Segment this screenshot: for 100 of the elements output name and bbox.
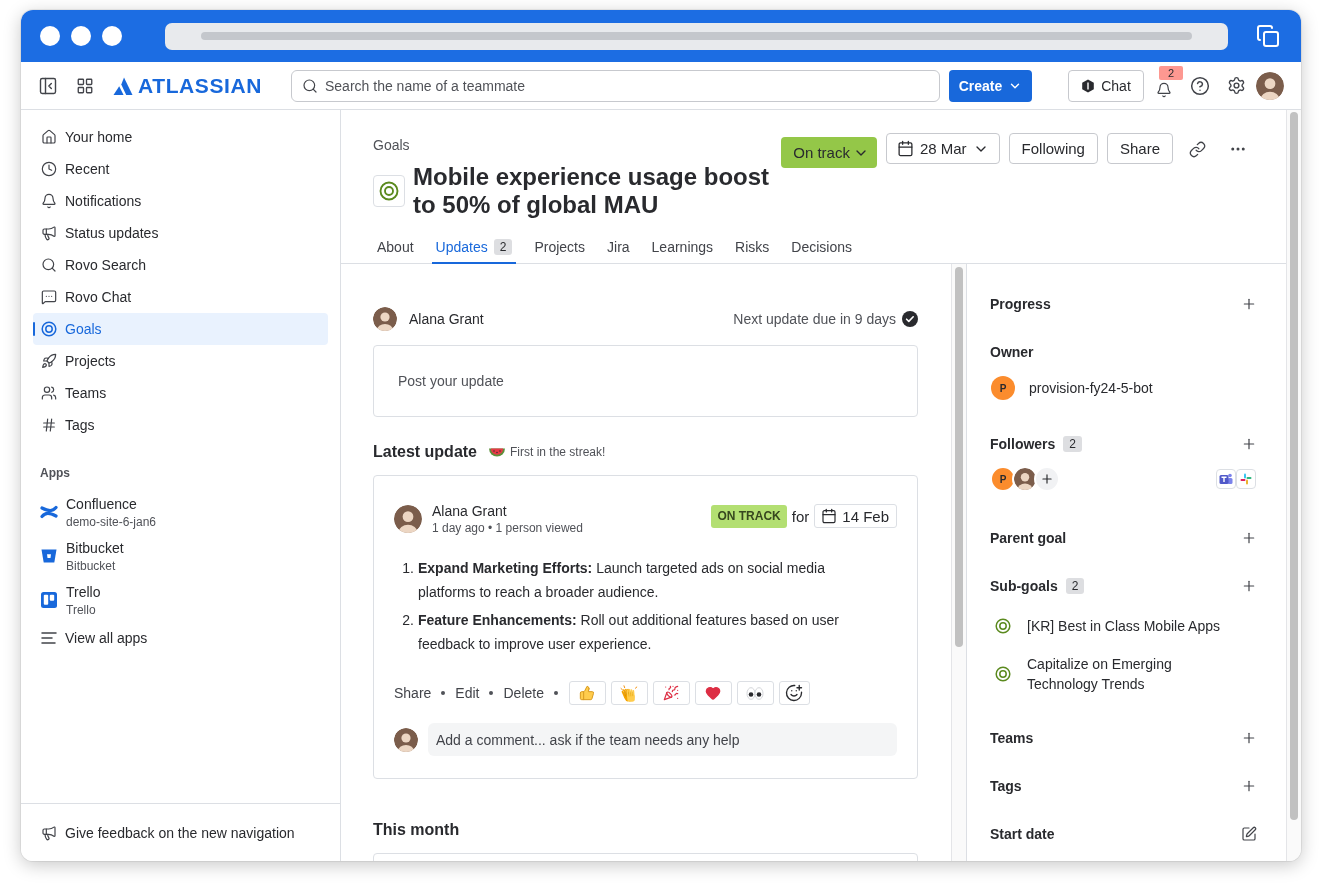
action-link[interactable]: Edit (455, 685, 480, 701)
goal-icon (995, 618, 1011, 634)
chat-button[interactable]: Chat (1068, 69, 1144, 102)
create-button[interactable]: Create (949, 69, 1032, 102)
action-link[interactable]: Share (394, 685, 432, 701)
bell-icon (41, 193, 57, 209)
person-avatar-icon (1256, 71, 1284, 100)
view-all-apps-link[interactable]: View all apps (33, 622, 328, 654)
owner-name: provision-fy24-5-bot (1029, 380, 1153, 396)
window-control-icon[interactable] (102, 26, 122, 46)
check-circle-icon (902, 311, 918, 327)
sidebar-item[interactable]: Status updates (33, 217, 328, 249)
search-field[interactable]: Search the name of a teammate (291, 69, 940, 102)
scrollbar-thumb[interactable] (955, 267, 963, 647)
section-heading: This month (373, 820, 460, 840)
subgoal-link[interactable]: Capitalize on Emerging Technology Trends (990, 652, 1257, 696)
link-icon[interactable] (1188, 140, 1206, 158)
window-control-icon[interactable] (71, 26, 91, 46)
update-meta: 1 day ago • 1 person viewed (432, 520, 583, 536)
search-icon (41, 257, 57, 273)
sidebar-item[interactable]: Recent (33, 153, 328, 185)
people-icon (41, 385, 57, 401)
scrollbar-track[interactable] (951, 264, 966, 861)
watermelon-icon (489, 447, 505, 457)
scrollbar-thumb[interactable] (1290, 112, 1298, 820)
sidebar-item[interactable]: Goals (33, 313, 328, 345)
comment-field[interactable]: Add a comment... ask if the team needs any help (428, 723, 897, 756)
list-item-text: Feature Enhancements: Roll out additional features based on user feedback to improve user experience. (418, 611, 840, 654)
sidebar-item[interactable]: Your home (33, 121, 328, 153)
section-title: Tags (990, 778, 1022, 794)
tab[interactable]: About (373, 232, 418, 264)
section-title: Parent goal (990, 530, 1067, 546)
sidebar-item[interactable]: Rovo Chat (33, 281, 328, 313)
copy-icon[interactable] (1256, 24, 1280, 48)
action-link[interactable]: Delete (503, 685, 544, 701)
help-icon[interactable] (1190, 75, 1210, 96)
sidebar-item[interactable]: Projects (33, 345, 328, 377)
search-icon (302, 77, 318, 94)
subgoal-link[interactable]: [KR] Best in Class Mobile Apps (990, 614, 1257, 638)
notifications-icon[interactable] (1156, 81, 1172, 98)
tab[interactable]: Decisions (787, 232, 856, 264)
status-lozenge: ON TRACK (711, 504, 787, 528)
following-button[interactable]: Following (1008, 133, 1098, 164)
author-name: Alana Grant (409, 311, 484, 327)
separator-dot-icon (553, 691, 558, 695)
sidebar-item[interactable]: Tags (33, 409, 328, 441)
section-heading: Apps (40, 465, 70, 482)
section-heading: Latest update (373, 442, 477, 462)
sidebar-toggle-icon[interactable] (38, 75, 58, 96)
breadcrumb-link[interactable]: Goals (373, 133, 410, 155)
initial-avatar: P (990, 466, 1016, 492)
settings-icon[interactable] (1226, 76, 1246, 95)
chat-bubble-icon (41, 289, 57, 305)
scrollbar-track[interactable] (1286, 110, 1301, 861)
notification-badge: 2 (1159, 65, 1183, 80)
plus-icon[interactable] (1241, 578, 1257, 594)
party-popper-icon (663, 685, 680, 701)
edit-icon[interactable] (1241, 826, 1257, 842)
calendar-icon (821, 508, 838, 524)
app-link[interactable]: Confluence demo-site-6-jan6 (33, 490, 328, 534)
plus-icon (1040, 472, 1054, 486)
tab[interactable]: Updates 2 (431, 232, 517, 264)
pinwheel-app-icon[interactable] (1236, 469, 1256, 489)
date-dropdown[interactable]: 28 Mar (885, 133, 1000, 164)
plus-icon[interactable] (1241, 778, 1257, 794)
plus-icon[interactable] (1241, 530, 1257, 546)
feedback-link[interactable]: Give feedback on the new navigation (33, 816, 303, 849)
tab[interactable]: Learnings (647, 232, 718, 264)
sidebar-item[interactable]: Notifications (33, 185, 328, 217)
sidebar-item[interactable]: Teams (33, 377, 328, 409)
heart-icon (705, 685, 722, 701)
sidebar-item[interactable]: Rovo Search (33, 249, 328, 281)
reaction-button[interactable] (736, 681, 774, 705)
status-dropdown[interactable]: On track (781, 137, 877, 168)
post-update-field[interactable]: Post your update (373, 345, 918, 417)
section-title: Owner (990, 344, 1034, 360)
reaction-button[interactable] (778, 681, 810, 705)
app-link[interactable]: Trello Trello (33, 578, 328, 622)
tab[interactable]: Projects (530, 232, 589, 264)
window-control-icon[interactable] (40, 26, 60, 46)
section-title: Followers (990, 436, 1056, 452)
address-field[interactable] (165, 22, 1228, 50)
initial-avatar: P (991, 376, 1015, 400)
logo-link[interactable]: ATLASSIAN (113, 73, 263, 98)
app-link[interactable]: Bitbucket Bitbucket (33, 534, 328, 578)
add-reaction-icon (785, 684, 804, 702)
date-button[interactable]: 14 Feb (814, 504, 897, 528)
list-item-text: Expand Marketing Efforts: Launch targeted ads on social media platforms to reach a broader audience. (418, 559, 826, 602)
home-icon (41, 129, 57, 145)
clock-icon (41, 161, 57, 177)
app-grid-icon[interactable] (76, 76, 94, 95)
megaphone-icon (41, 824, 57, 841)
share-button[interactable]: Share (1106, 133, 1173, 164)
tab[interactable]: Jira (603, 232, 634, 264)
tab[interactable]: Risks (731, 232, 774, 264)
team-app-icon[interactable] (1216, 469, 1236, 489)
plus-icon[interactable] (1241, 296, 1257, 312)
goal-icon (373, 175, 405, 207)
plus-icon[interactable] (1241, 436, 1257, 452)
plus-icon[interactable] (1241, 730, 1257, 746)
